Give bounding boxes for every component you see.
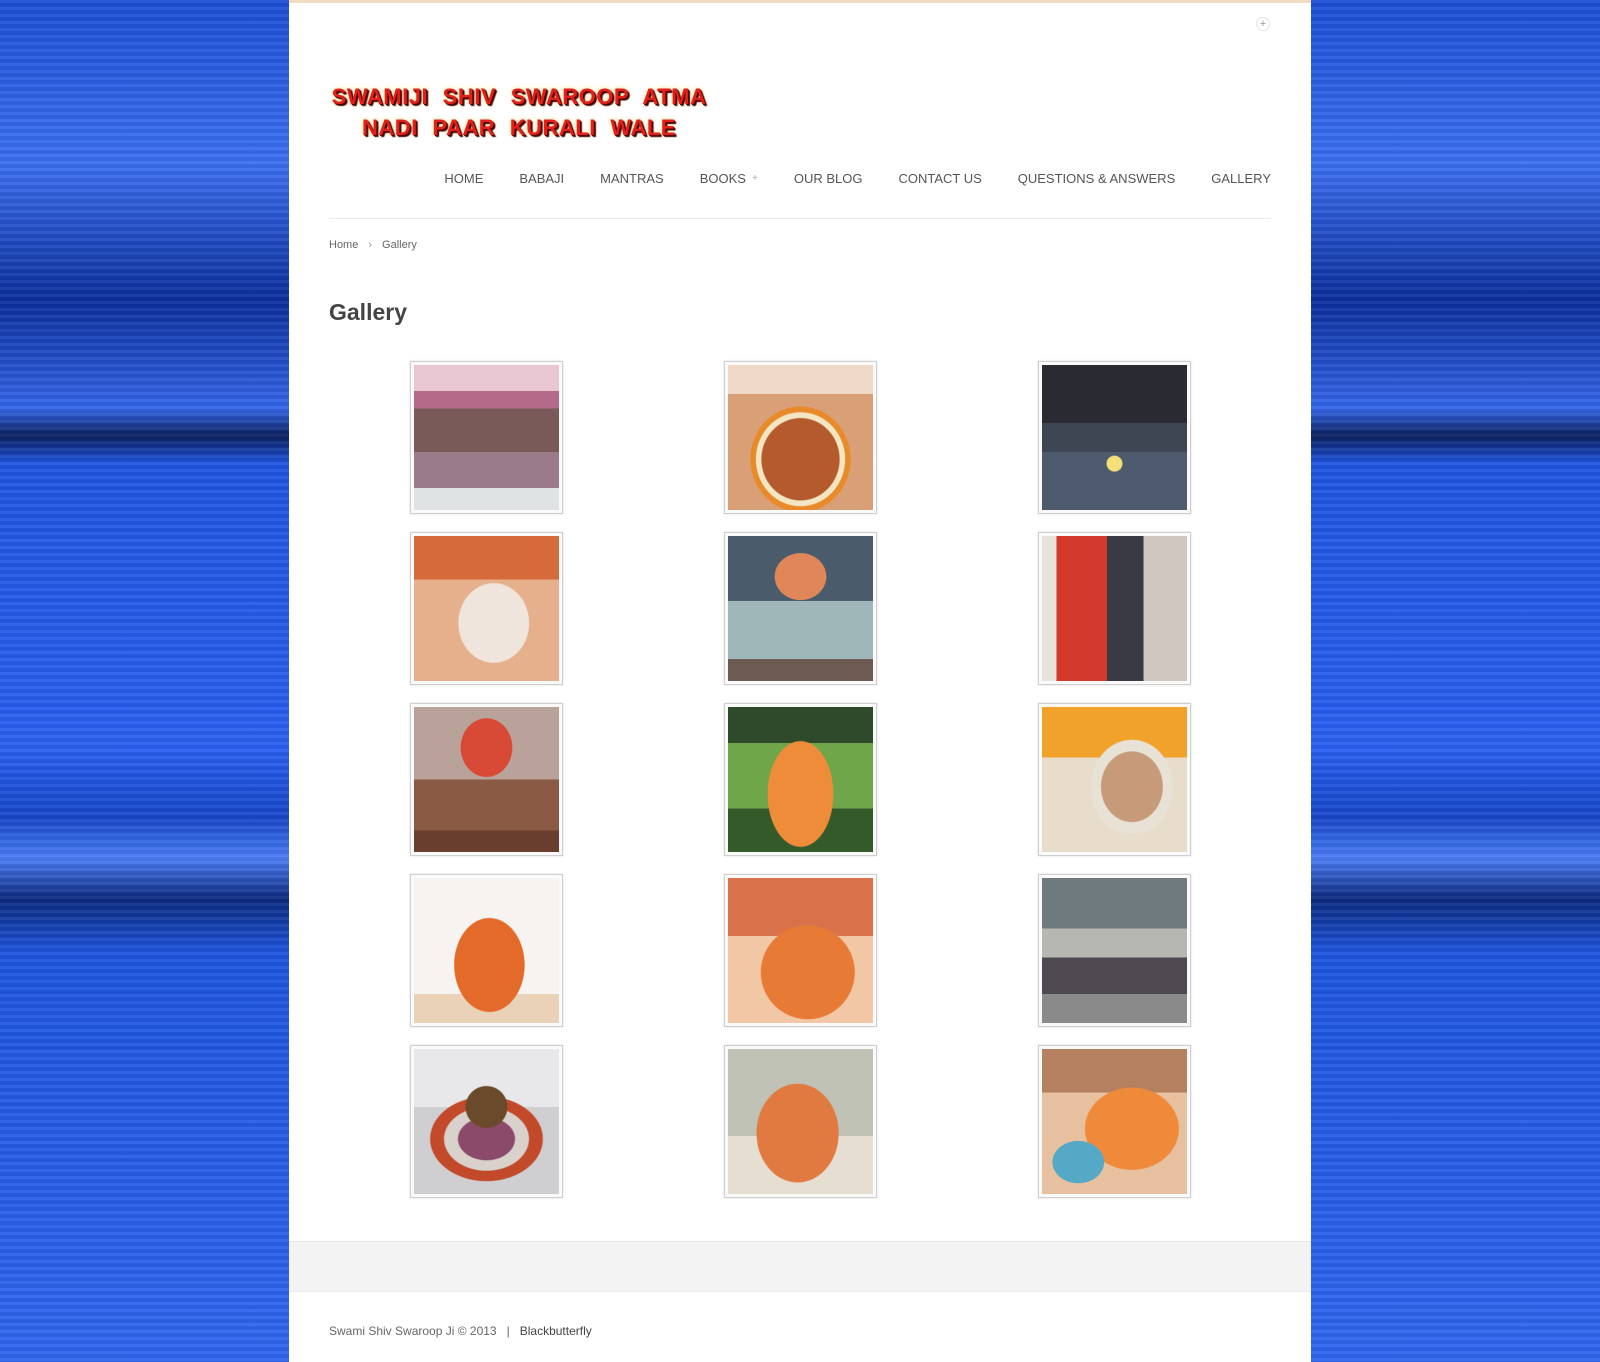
gallery-thumbnail[interactable] bbox=[723, 361, 877, 514]
flower-rangoli-offering-image bbox=[413, 1049, 559, 1194]
nav-item-home[interactable]: HOME bbox=[444, 171, 483, 186]
gallery-thumbnail[interactable] bbox=[409, 532, 563, 685]
nav-label: OUR BLOG bbox=[793, 171, 863, 186]
gallery-thumbnail[interactable] bbox=[409, 874, 563, 1027]
swamiji-with-devotee-image bbox=[1041, 536, 1187, 681]
logo-line-2: NADI PAAR KURALI WALE bbox=[362, 115, 676, 140]
footer-copyright: Swami Shiv Swaroop Ji © 2013 bbox=[329, 1324, 497, 1338]
swamiji-reading-image bbox=[727, 878, 873, 1023]
temple-with-lamps-image bbox=[1041, 365, 1187, 510]
footer-divider: | bbox=[506, 1324, 510, 1338]
swamiji-seated-outdoors-image bbox=[727, 707, 873, 852]
breadcrumb: Home › Gallery bbox=[329, 239, 417, 251]
nav-label: MANTRAS bbox=[600, 171, 664, 186]
main-navigation: HOME BABAJI MANTRAS BOOKS + OUR BLOG CONT… bbox=[408, 171, 1271, 186]
footer: Swami Shiv Swaroop Ji © 2013 | Blackbutt… bbox=[329, 1324, 592, 1338]
nav-item-mantras[interactable]: MANTRAS bbox=[600, 171, 664, 186]
gallery-thumbnail[interactable] bbox=[1037, 703, 1191, 856]
page-title: Gallery bbox=[329, 299, 407, 325]
gallery-thumbnail[interactable] bbox=[409, 1045, 563, 1198]
nav-item-our-blog[interactable]: OUR BLOG bbox=[794, 171, 863, 186]
swamiji-seated-orange-image bbox=[413, 878, 559, 1023]
plus-icon[interactable]: + bbox=[1256, 17, 1270, 31]
gallery-thumbnail[interactable] bbox=[1037, 361, 1191, 514]
crowd-in-hall-image bbox=[1041, 878, 1187, 1023]
nav-item-books[interactable]: BOOKS + bbox=[700, 171, 758, 186]
chevron-right-icon: › bbox=[368, 239, 373, 251]
swamiji-seated-cross-legged-image bbox=[727, 1049, 873, 1194]
page-container: + SWAMIJI SHIV SWAROOP ATMA NADI PAAR KU… bbox=[289, 0, 1311, 1362]
footer-credit-link[interactable]: Blackbutterfly bbox=[520, 1324, 592, 1338]
gallery-thumbnail[interactable] bbox=[1037, 1045, 1191, 1198]
gallery-thumbnail[interactable] bbox=[409, 703, 563, 856]
gallery-thumbnail[interactable] bbox=[409, 361, 563, 514]
nav-item-questions-answers[interactable]: QUESTIONS & ANSWERS bbox=[1018, 171, 1175, 186]
gallery-grid bbox=[329, 361, 1271, 1198]
nav-label: BABAJI bbox=[519, 171, 565, 186]
nav-item-babaji[interactable]: BABAJI bbox=[519, 171, 564, 186]
footer-band bbox=[289, 1241, 1311, 1292]
gallery-thumbnail[interactable] bbox=[723, 532, 877, 685]
nav-label: CONTACT US bbox=[898, 171, 982, 186]
swamiji-blessing-devotees-image bbox=[1041, 1049, 1187, 1194]
nav-label: QUESTIONS & ANSWERS bbox=[1017, 171, 1176, 186]
gallery-thumbnail[interactable] bbox=[723, 703, 877, 856]
garlanded-idol-shrine-image bbox=[413, 707, 559, 852]
gallery-thumbnail[interactable] bbox=[723, 874, 877, 1027]
nav-label: HOME bbox=[444, 171, 484, 186]
gallery-thumbnail[interactable] bbox=[1037, 874, 1191, 1027]
gallery-thumbnail[interactable] bbox=[1037, 532, 1191, 685]
breadcrumb-current: Gallery bbox=[382, 239, 417, 251]
flower-garland-offering-image bbox=[727, 365, 873, 510]
breadcrumb-home-link[interactable]: Home bbox=[329, 239, 358, 251]
gallery-thumbnail[interactable] bbox=[723, 1045, 877, 1198]
logo-line-1: SWAMIJI SHIV SWAROOP ATMA bbox=[331, 84, 707, 109]
nav-divider bbox=[329, 218, 1271, 219]
swamiji-portrait-image bbox=[1041, 707, 1187, 852]
nav-item-gallery[interactable]: GALLERY bbox=[1211, 171, 1271, 186]
nav-label: GALLERY bbox=[1211, 171, 1271, 186]
idol-on-pedestal-image bbox=[727, 536, 873, 681]
site-logo[interactable]: SWAMIJI SHIV SWAROOP ATMA NADI PAAR KURA… bbox=[329, 81, 709, 153]
swamiji-seated-white-image bbox=[413, 536, 559, 681]
plus-icon: + bbox=[751, 173, 758, 184]
nav-label: BOOKS bbox=[699, 171, 746, 186]
gathering-under-tent-image bbox=[413, 365, 559, 510]
nav-item-contact-us[interactable]: CONTACT US bbox=[898, 171, 981, 186]
